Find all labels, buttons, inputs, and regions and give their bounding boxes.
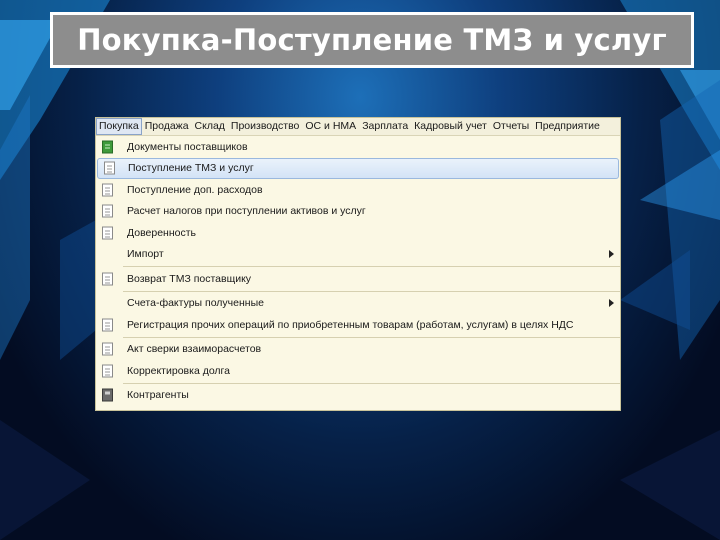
menubar: Покупка Продажа Склад Производство ОС и …: [96, 118, 620, 136]
menu-item-label: Контрагенты: [127, 389, 189, 402]
menu-separator: [123, 290, 620, 292]
pokupka-dropdown: Документы поставщиков Поступление ТМЗ и …: [96, 136, 620, 406]
menu-pokupka[interactable]: Покупка: [96, 118, 142, 135]
menu-item-label: Возврат ТМЗ поставщику: [127, 272, 252, 285]
menu-proizvodstvo[interactable]: Производство: [228, 118, 302, 135]
menu-screenshot: Покупка Продажа Склад Производство ОС и …: [96, 118, 620, 410]
menu-item-label: Корректировка долга: [127, 364, 231, 377]
document-icon: [102, 318, 113, 332]
menu-item-label: Импорт: [127, 248, 164, 261]
menu-item-label: Поступление ТМЗ и услуг: [128, 162, 254, 175]
journal-icon: [102, 140, 113, 154]
menu-item-scheta-faktury[interactable]: Счета-фактуры полученные: [96, 293, 620, 315]
menu-item-label: Документы поставщиков: [127, 140, 248, 153]
menu-item-import[interactable]: Импорт: [96, 244, 620, 266]
menu-item-label: Регистрация прочих операций по приобрете…: [127, 318, 574, 331]
menu-item-raschet-nalogov[interactable]: Расчет налогов при поступлении активов и…: [96, 201, 620, 223]
menu-prodazha[interactable]: Продажа: [142, 118, 192, 135]
menu-item-postuplenie-tmz[interactable]: Поступление ТМЗ и услуг: [97, 157, 619, 179]
menu-kadrovyi-uchet[interactable]: Кадровый учет: [411, 118, 490, 135]
menu-predpriyatie[interactable]: Предприятие: [532, 118, 603, 135]
menu-item-kontragenty[interactable]: Контрагенты: [96, 385, 620, 407]
menu-separator: [123, 336, 620, 338]
menu-item-korrektirovka-dolga[interactable]: Корректировка долга: [96, 360, 620, 382]
submenu-arrow-icon: [609, 250, 614, 259]
document-icon: [102, 226, 113, 240]
menu-item-label: Поступление доп. расходов: [127, 183, 263, 196]
menu-item-label: Счета-фактуры полученные: [127, 297, 264, 310]
menu-item-label: Доверенность: [127, 226, 197, 239]
menu-separator: [123, 382, 620, 384]
menu-zarplata[interactable]: Зарплата: [359, 118, 411, 135]
document-icon: [102, 183, 113, 197]
submenu-arrow-icon: [609, 299, 614, 308]
menu-item-registratsiya-nds[interactable]: Регистрация прочих операций по приобрете…: [96, 314, 620, 336]
document-icon: [102, 364, 113, 378]
menu-item-akt-sverki[interactable]: Акт сверки взаиморасчетов: [96, 339, 620, 361]
document-icon: [102, 204, 113, 218]
catalog-icon: [102, 388, 113, 402]
document-icon: [102, 272, 113, 286]
menu-item-documents-suppliers[interactable]: Документы поставщиков: [96, 136, 620, 158]
menu-sklad[interactable]: Склад: [192, 118, 228, 135]
menu-os-nma[interactable]: ОС и НМА: [302, 118, 359, 135]
menu-item-label: Расчет налогов при поступлении активов и…: [127, 205, 366, 218]
document-icon: [104, 161, 115, 175]
menu-otchety[interactable]: Отчеты: [490, 118, 532, 135]
slide-title-box: Покупка-Поступление ТМЗ и услуг: [50, 12, 694, 68]
menu-item-dop-raskhody[interactable]: Поступление доп. расходов: [96, 179, 620, 201]
menu-item-doverennost[interactable]: Доверенность: [96, 222, 620, 244]
document-icon: [102, 342, 113, 356]
slide-title: Покупка-Поступление ТМЗ и услуг: [77, 23, 667, 57]
menu-separator: [123, 266, 620, 267]
menu-item-label: Акт сверки взаиморасчетов: [127, 343, 262, 356]
menu-item-vozvrat-tmz[interactable]: Возврат ТМЗ поставщику: [96, 268, 620, 290]
